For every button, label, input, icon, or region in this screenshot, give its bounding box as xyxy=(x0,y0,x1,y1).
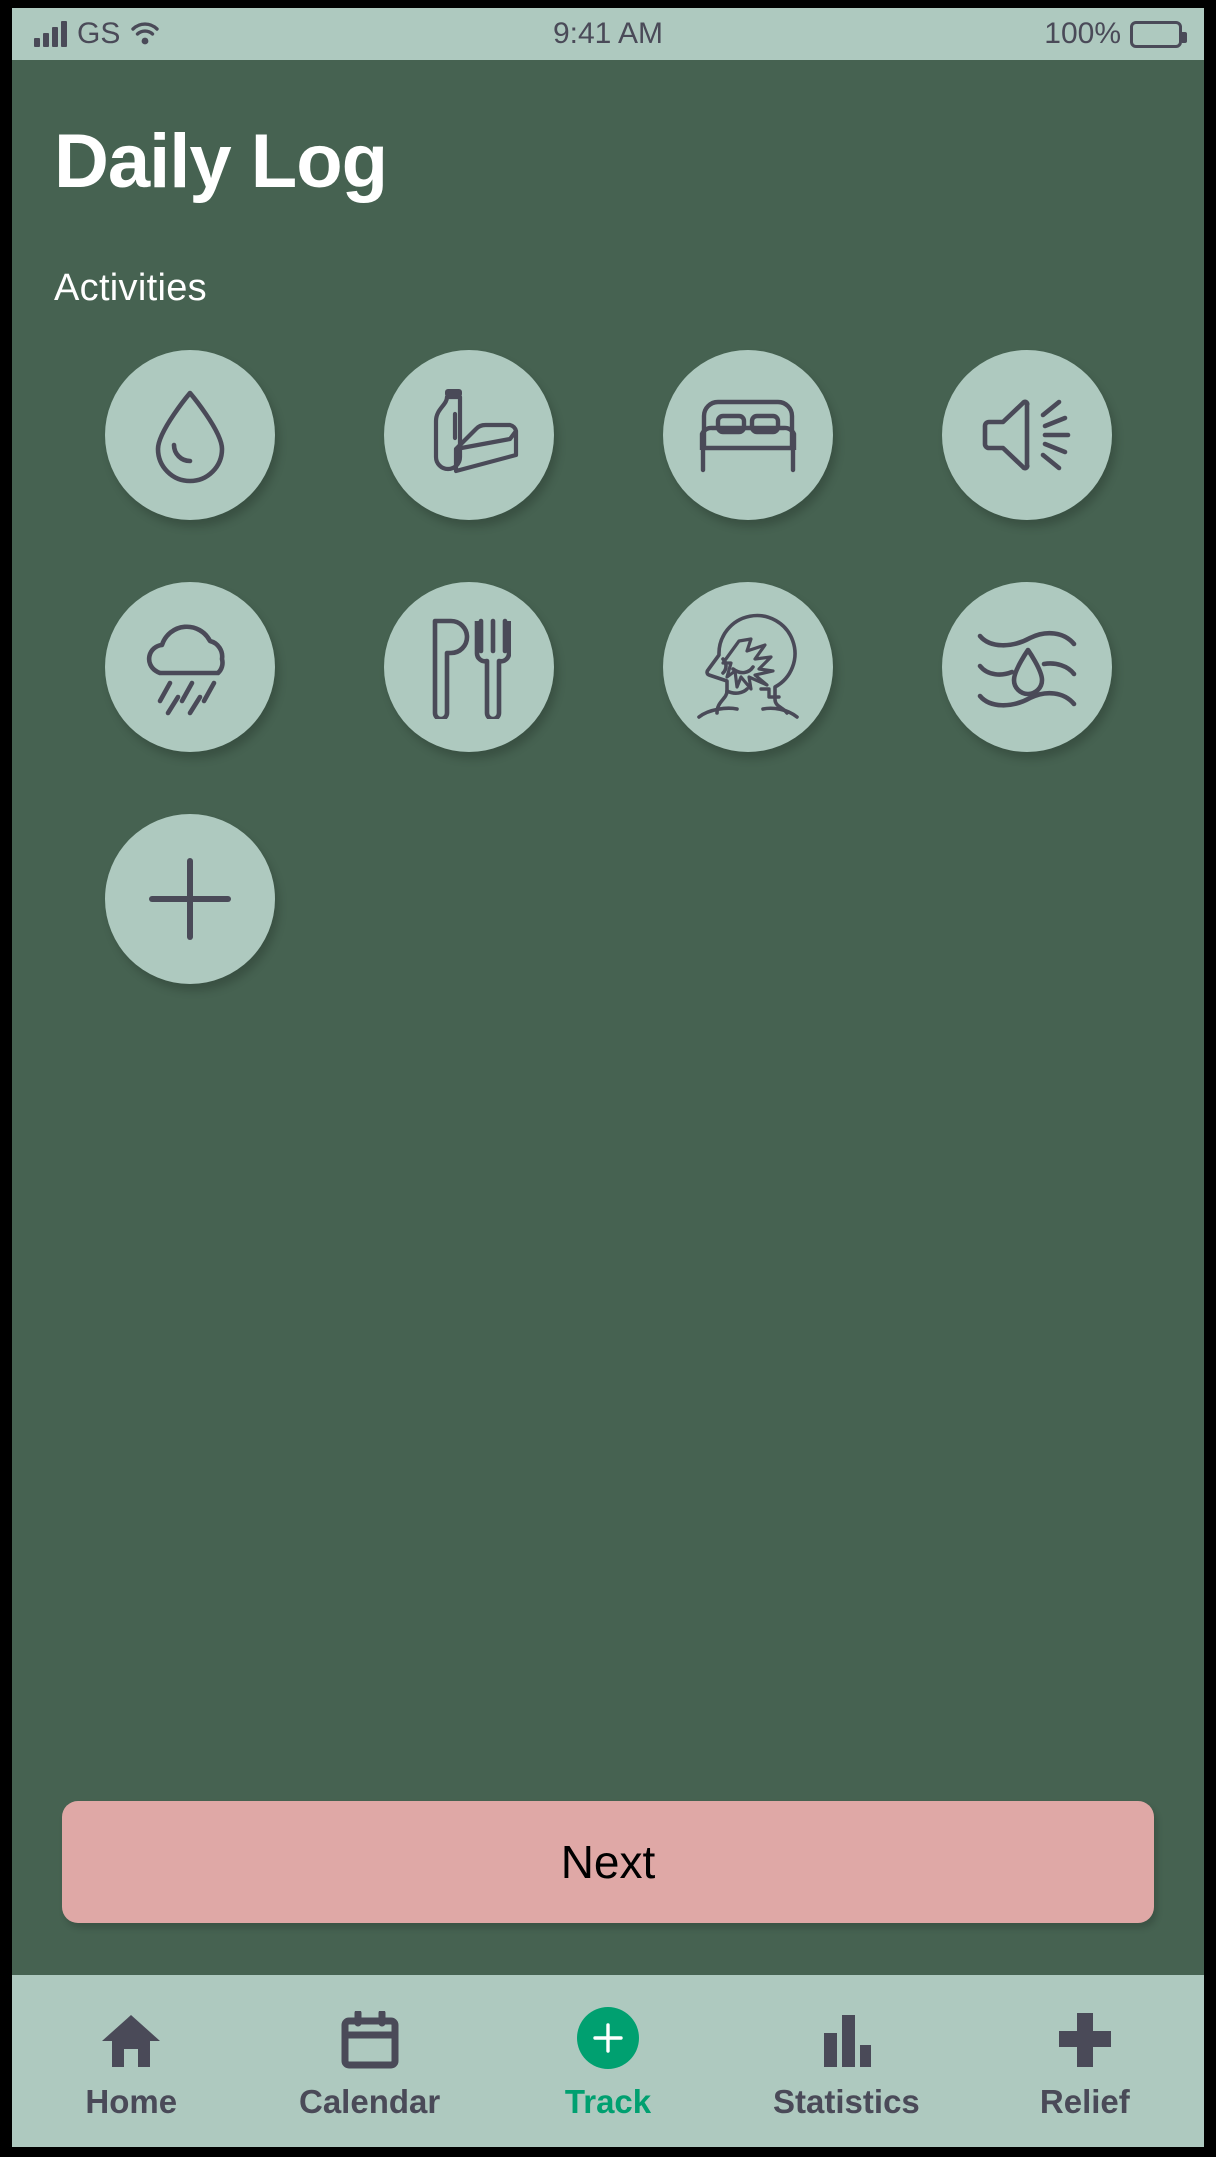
activity-chip-dairy[interactable] xyxy=(383,350,554,520)
loud-speaker-icon xyxy=(977,390,1077,480)
water-drop-icon xyxy=(144,385,236,485)
activity-chip-noise[interactable] xyxy=(941,350,1112,520)
tab-statistics[interactable]: Statistics xyxy=(727,2007,965,2121)
section-label-activities: Activities xyxy=(54,267,207,309)
head-stress-icon xyxy=(693,613,803,721)
tab-label-track: Track xyxy=(564,2083,652,2120)
activity-chip-stress[interactable] xyxy=(662,582,833,752)
activity-chip-food[interactable] xyxy=(383,582,554,752)
medical-cross-icon xyxy=(1056,2007,1114,2069)
calendar-icon xyxy=(341,2007,399,2069)
bed-icon xyxy=(696,394,800,476)
main-screen: Daily Log Activities Next xyxy=(12,60,1204,1975)
activity-chip-add[interactable] xyxy=(104,814,275,984)
status-bar-time: 9:41 AM xyxy=(552,17,664,50)
tab-label-relief: Relief xyxy=(1039,2083,1130,2120)
next-button[interactable]: Next xyxy=(62,1801,1154,1923)
activities-grid xyxy=(50,350,1166,984)
activity-chip-humidity[interactable] xyxy=(941,582,1112,752)
plus-icon xyxy=(146,855,234,943)
tab-home[interactable]: Home xyxy=(12,2007,250,2121)
plus-circle-icon xyxy=(577,2007,640,2069)
tab-relief[interactable]: Relief xyxy=(966,2007,1204,2121)
knife-fork-icon xyxy=(427,615,511,719)
activity-chip-water[interactable] xyxy=(104,350,275,520)
home-icon xyxy=(100,2007,162,2069)
bottom-navigation: Home Calendar Track Statistics Relief xyxy=(12,1975,1204,2147)
activity-chip-weather[interactable] xyxy=(104,582,275,752)
tab-label-calendar: Calendar xyxy=(299,2083,441,2120)
humidity-waves-icon xyxy=(972,622,1082,712)
page-title: Daily Log xyxy=(54,119,388,204)
tab-label-home: Home xyxy=(85,2083,178,2120)
bar-chart-icon xyxy=(818,2007,874,2069)
milk-bottle-cheese-icon xyxy=(414,385,524,485)
battery-full-icon xyxy=(1130,20,1187,48)
phone-frame: GS 9:41 AM 100% Daily Log Activities Nex… xyxy=(0,0,1216,2157)
tab-label-statistics: Statistics xyxy=(773,2083,920,2120)
status-bar: GS 9:41 AM 100% xyxy=(12,8,1204,60)
tab-track[interactable]: Track xyxy=(489,2007,727,2121)
tab-calendar[interactable]: Calendar xyxy=(250,2007,488,2121)
rain-cloud-icon xyxy=(138,617,242,717)
activity-chip-sleep[interactable] xyxy=(662,350,833,520)
